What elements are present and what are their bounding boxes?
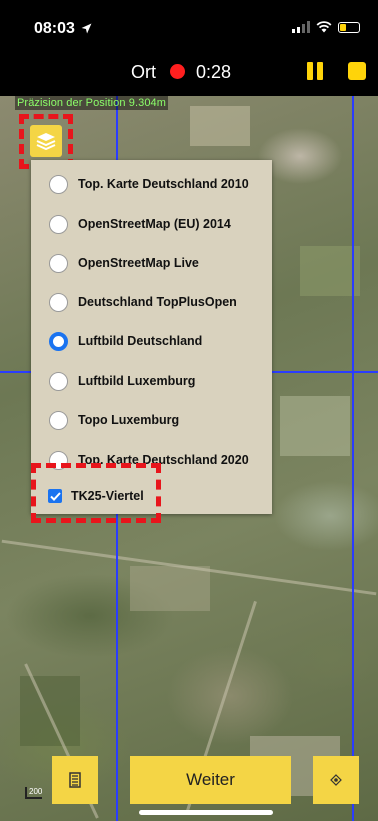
position-precision-text: Präzision der Position 9.304m bbox=[15, 96, 169, 110]
map-layers-button[interactable] bbox=[30, 125, 62, 157]
pause-button[interactable] bbox=[307, 62, 323, 80]
elapsed-time: 0:28 bbox=[196, 62, 232, 82]
radio-button-selected[interactable] bbox=[49, 331, 68, 351]
list-button[interactable] bbox=[52, 756, 98, 804]
layer-option-osm-live[interactable]: OpenStreetMap Live bbox=[49, 250, 199, 276]
cellular-signal-icon bbox=[292, 21, 310, 33]
crosshair-icon bbox=[330, 774, 342, 786]
overlay-option-tk25-viertel[interactable]: TK25-Viertel bbox=[48, 483, 144, 509]
radio-button[interactable] bbox=[49, 174, 68, 194]
location-arrow-icon bbox=[81, 23, 92, 34]
layer-option-top-karte-2010[interactable]: Top. Karte Deutschland 2010 bbox=[49, 171, 249, 197]
wifi-icon bbox=[316, 21, 332, 33]
map-grid-line bbox=[352, 96, 354, 821]
locate-button[interactable] bbox=[313, 756, 359, 804]
stop-button[interactable] bbox=[348, 62, 366, 80]
continue-button[interactable]: Weiter bbox=[130, 756, 291, 804]
radio-button[interactable] bbox=[49, 371, 68, 391]
status-bar: 08:03 bbox=[0, 0, 378, 46]
layers-menu: Top. Karte Deutschland 2010 OpenStreetMa… bbox=[31, 160, 272, 514]
layer-option-luftbild-deutschland[interactable]: Luftbild Deutschland bbox=[49, 328, 202, 354]
record-indicator-icon bbox=[170, 64, 185, 79]
location-label: Ort bbox=[131, 62, 156, 82]
layer-option-luftbild-luxemburg[interactable]: Luftbild Luxemburg bbox=[49, 368, 195, 394]
layers-icon bbox=[36, 133, 56, 150]
document-list-icon bbox=[69, 772, 81, 788]
layer-option-topplusopen[interactable]: Deutschland TopPlusOpen bbox=[49, 289, 237, 315]
battery-icon bbox=[338, 21, 360, 33]
recording-bar: Ort 0:28 bbox=[0, 46, 378, 96]
layer-option-osm-eu-2014[interactable]: OpenStreetMap (EU) 2014 bbox=[49, 211, 231, 237]
checkmark-icon bbox=[49, 491, 61, 501]
layer-option-top-karte-2020[interactable]: Top. Karte Deutschland 2020 bbox=[49, 447, 249, 473]
layer-option-topo-luxemburg[interactable]: Topo Luxemburg bbox=[49, 407, 179, 433]
status-time: 08:03 bbox=[34, 20, 92, 38]
map-scale: 200 bbox=[25, 787, 43, 799]
radio-button[interactable] bbox=[49, 214, 68, 234]
radio-button[interactable] bbox=[49, 253, 68, 273]
home-indicator[interactable] bbox=[139, 810, 273, 815]
radio-button[interactable] bbox=[49, 292, 68, 312]
checkbox-checked[interactable] bbox=[48, 489, 62, 503]
radio-button[interactable] bbox=[49, 410, 68, 430]
radio-button[interactable] bbox=[49, 450, 68, 470]
